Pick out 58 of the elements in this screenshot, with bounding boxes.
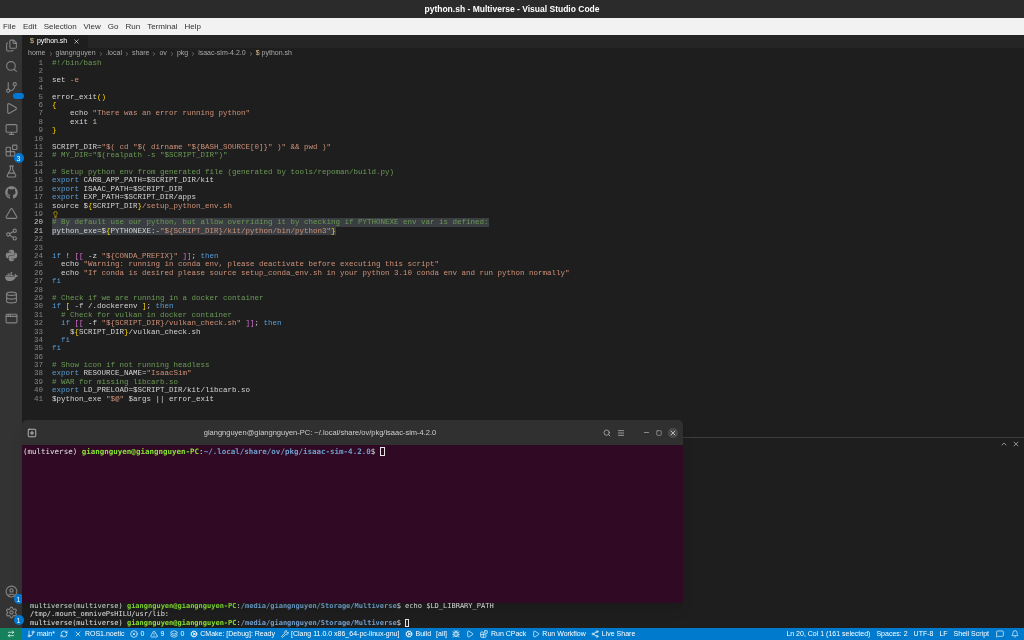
menu-item[interactable]: Edit [22, 20, 37, 33]
cross-icon [73, 629, 83, 639]
window-title: python.sh - Multiverse - Visual Studio Code [424, 2, 600, 16]
account-icon[interactable] [3, 584, 19, 599]
sync-icon[interactable] [59, 629, 69, 639]
close-icon[interactable] [1012, 440, 1020, 448]
package-icon [479, 629, 489, 639]
close-icon[interactable] [668, 427, 678, 438]
chevron-icon [151, 50, 158, 57]
whale-icon[interactable] [3, 269, 19, 284]
chevron-icon [247, 50, 254, 57]
new-tab-icon[interactable] [27, 427, 37, 438]
python-icon[interactable] [3, 248, 19, 263]
minimize-icon[interactable] [643, 429, 650, 436]
maximize-panel-icon[interactable] [1000, 440, 1008, 448]
menu-item[interactable]: Help [184, 20, 201, 33]
menu-item[interactable]: Terminal [147, 20, 178, 33]
layers-icon [169, 629, 179, 639]
chevron-icon [190, 50, 197, 57]
error-icon [129, 629, 139, 639]
chevron-icon [97, 50, 104, 57]
maximize-icon[interactable] [656, 429, 662, 436]
branch-icon [26, 629, 35, 639]
triangle-icon[interactable] [3, 206, 19, 221]
lightbulb-icon[interactable] [52, 210, 59, 218]
monitor-icon[interactable] [3, 122, 19, 137]
files-icon[interactable] [3, 38, 19, 53]
play-icon[interactable] [465, 629, 475, 639]
close-icon[interactable] [73, 38, 81, 45]
menu-icon[interactable] [617, 428, 625, 437]
warning-icon [149, 629, 159, 639]
remote-icon[interactable] [6, 629, 15, 639]
search-icon[interactable] [3, 59, 19, 74]
search-icon[interactable] [603, 428, 611, 437]
menu-item[interactable]: Selection [43, 20, 77, 33]
menu-item[interactable]: Go [107, 20, 119, 33]
chevron-icon [47, 50, 54, 57]
feedback-icon[interactable] [995, 629, 1004, 639]
cursor [379, 447, 385, 457]
branch-icon[interactable] [3, 80, 19, 95]
bug-icon[interactable] [451, 629, 461, 639]
share-icon [590, 629, 600, 639]
menu-item[interactable]: View [83, 20, 101, 33]
chevron-icon [168, 50, 175, 57]
github-icon[interactable] [3, 185, 19, 200]
play-icon[interactable] [531, 629, 541, 639]
menu-item[interactable]: Run [125, 20, 141, 33]
bell-icon[interactable] [1010, 629, 1019, 639]
settings-icon[interactable] [3, 605, 19, 620]
window-icon[interactable] [3, 311, 19, 326]
menu-item[interactable]: File [3, 20, 16, 33]
database-icon[interactable] [3, 290, 19, 305]
gear-icon [404, 629, 414, 639]
share-icon[interactable] [3, 227, 19, 242]
chevron-icon [123, 50, 130, 57]
extensions-icon[interactable] [3, 143, 19, 158]
gear-icon [189, 629, 199, 639]
wrench-icon [280, 629, 289, 639]
